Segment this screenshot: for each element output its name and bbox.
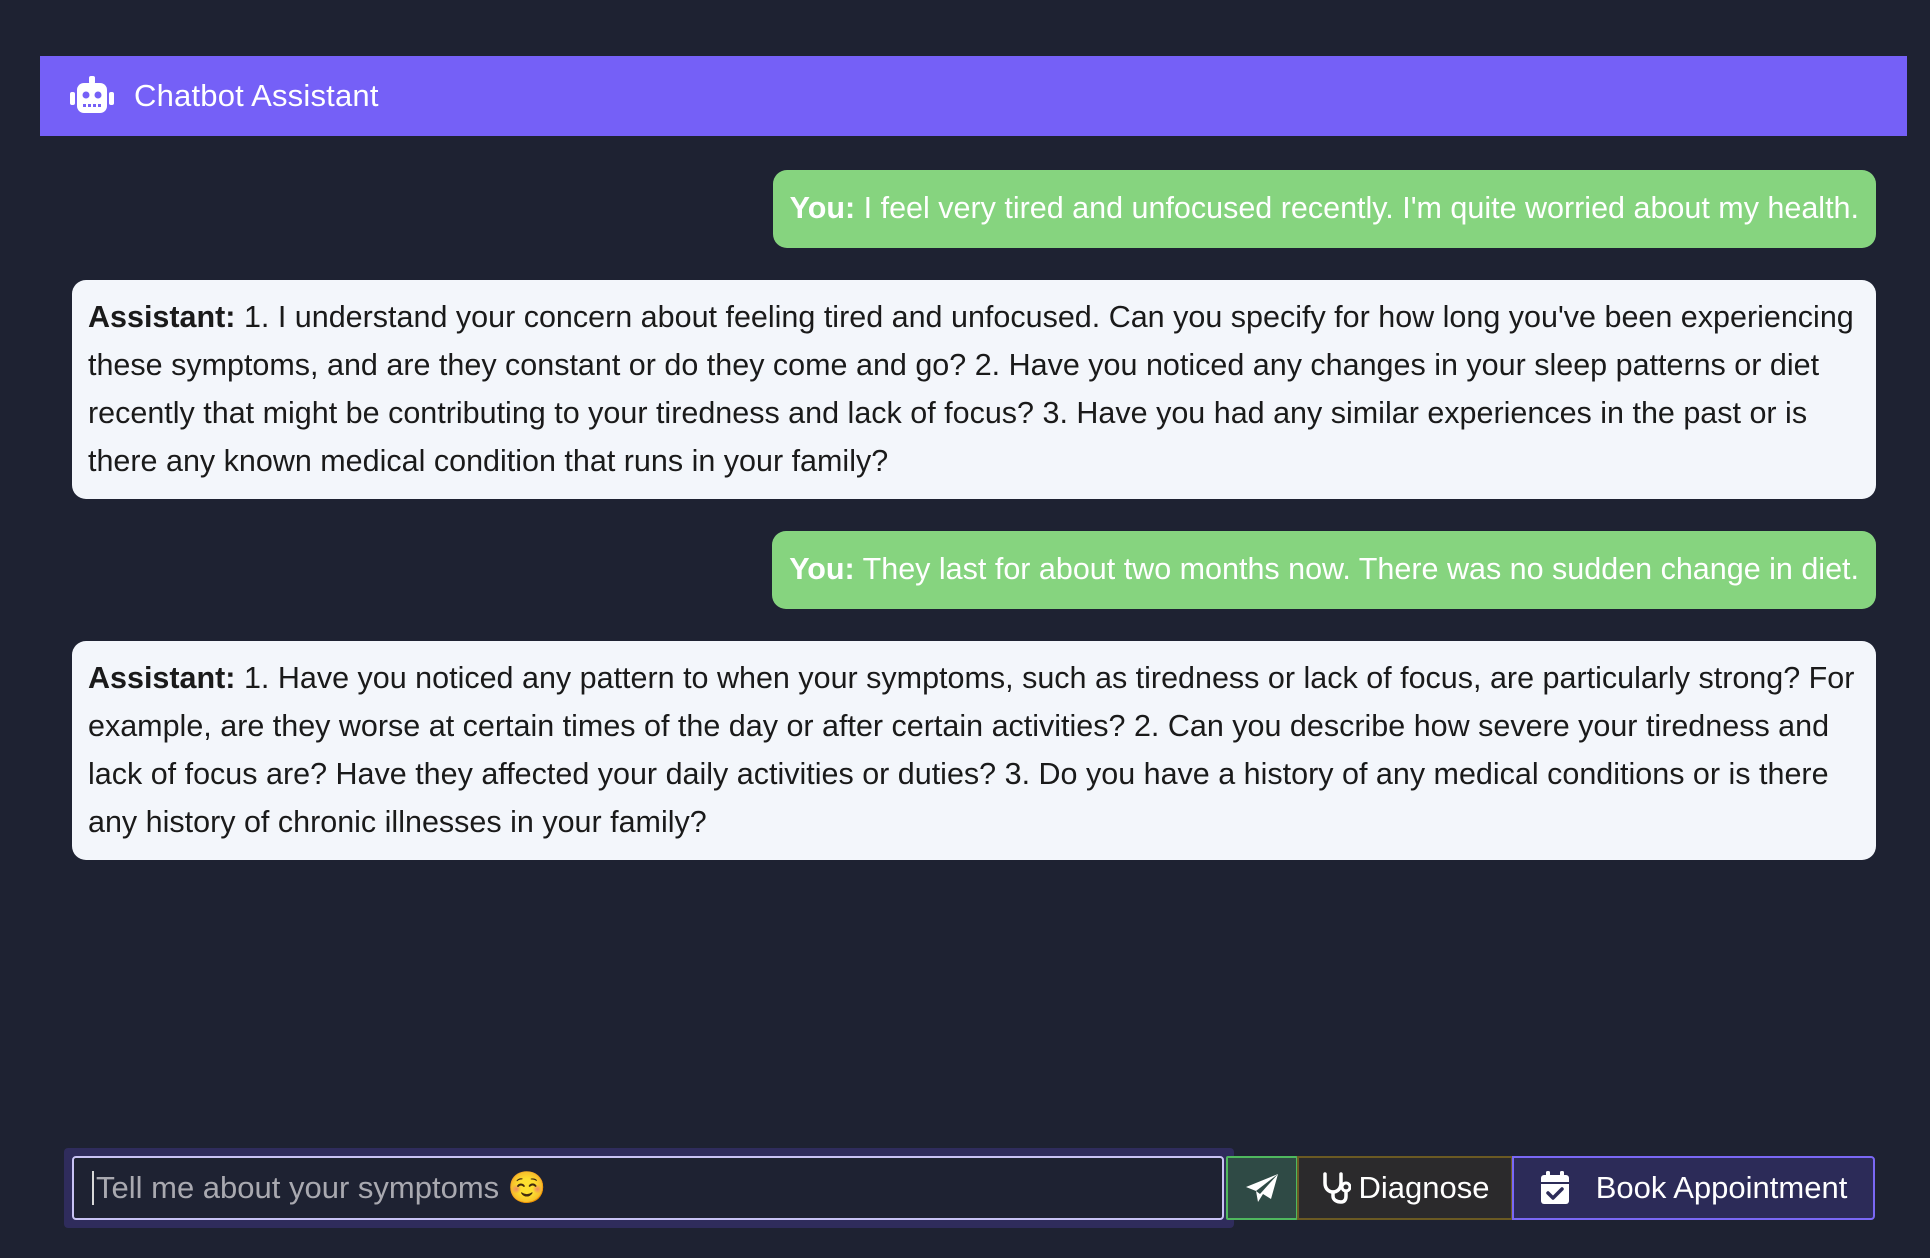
robot-icon [70, 76, 114, 116]
symptom-input-wrapper[interactable] [72, 1156, 1224, 1220]
symptom-input[interactable] [96, 1170, 1176, 1206]
assistant-message-row: Assistant: 1. Have you noticed any patte… [72, 641, 1876, 860]
assistant-message-row: Assistant: 1. I understand your concern … [72, 280, 1876, 499]
message-text: 1. Have you noticed any pattern to when … [88, 661, 1855, 839]
user-message-row: You: I feel very tired and unfocused rec… [72, 170, 1876, 248]
diagnose-button[interactable]: Diagnose [1297, 1156, 1513, 1220]
message-text: They last for about two months now. Ther… [862, 552, 1859, 586]
book-appointment-button[interactable]: Book Appointment [1512, 1156, 1875, 1220]
user-message-row: You: They last for about two months now.… [72, 531, 1876, 609]
chat-app: Chatbot Assistant You: I feel very tired… [0, 0, 1930, 1258]
message-speaker: You: [789, 552, 855, 586]
user-message: You: They last for about two months now.… [772, 531, 1876, 609]
chat-title: Chatbot Assistant [134, 78, 379, 113]
message-speaker: Assistant: [88, 661, 236, 695]
assistant-message: Assistant: 1. Have you noticed any patte… [72, 641, 1876, 860]
assistant-message: Assistant: 1. I understand your concern … [72, 280, 1876, 499]
paper-plane-icon [1245, 1173, 1279, 1203]
message-list: You: I feel very tired and unfocused rec… [72, 170, 1876, 892]
message-speaker: You: [789, 191, 856, 225]
book-appointment-label: Book Appointment [1595, 1170, 1848, 1205]
calendar-check-icon [1540, 1171, 1570, 1205]
user-message: You: I feel very tired and unfocused rec… [772, 170, 1876, 248]
text-caret [92, 1171, 94, 1205]
chat-header: Chatbot Assistant [40, 56, 1907, 136]
message-text: I feel very tired and unfocused recently… [863, 191, 1859, 225]
message-text: 1. I understand your concern about feeli… [88, 300, 1854, 478]
message-speaker: Assistant: [88, 300, 236, 334]
stethoscope-icon [1321, 1172, 1351, 1204]
send-button[interactable] [1226, 1156, 1298, 1220]
diagnose-label: Diagnose [1358, 1170, 1490, 1205]
